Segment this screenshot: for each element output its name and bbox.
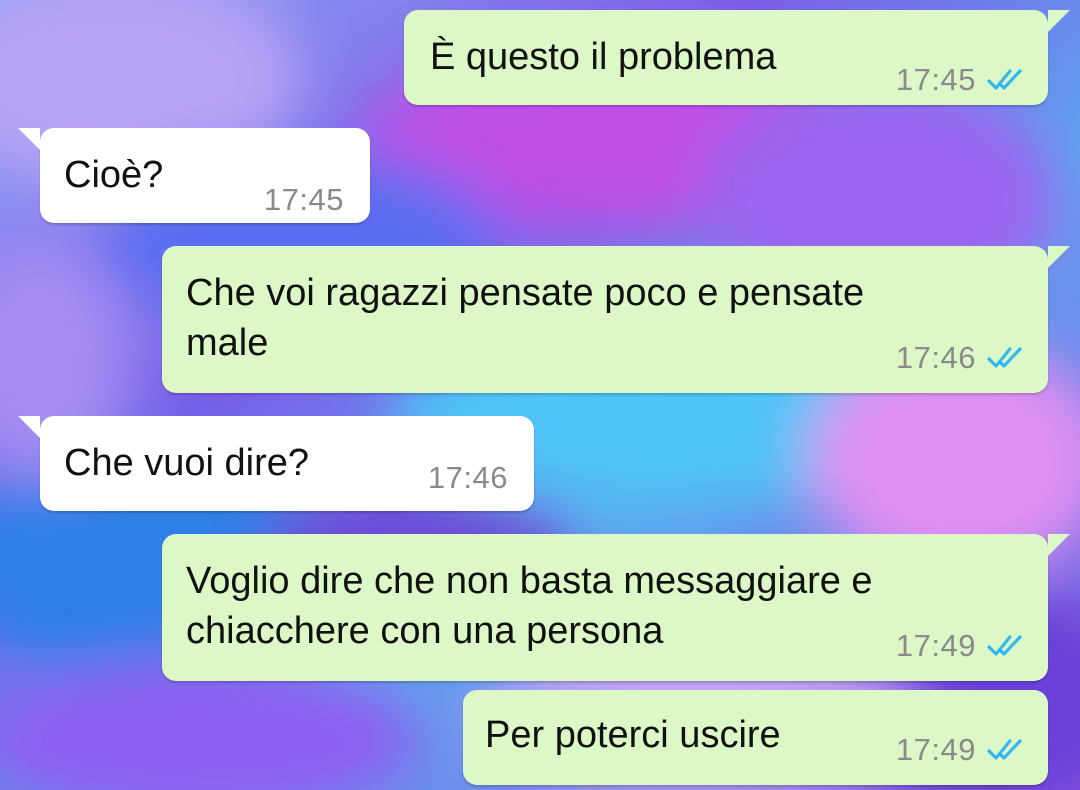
incoming-message[interactable]: Cioè? 17:45 — [18, 128, 370, 223]
double-check-icon — [986, 67, 1026, 93]
message-meta: 17:45 — [264, 182, 344, 218]
message-time: 17:49 — [895, 732, 976, 767]
message-time: 17:49 — [895, 628, 976, 663]
outgoing-message[interactable]: Voglio dire che non basta messaggiare e … — [162, 534, 1070, 681]
message-text: Voglio dire che non basta messaggiare e … — [186, 560, 873, 652]
message-list[interactable]: È questo il problema 17:45 Cioè? 17:45 C… — [0, 0, 1080, 790]
outgoing-message[interactable]: Per poterci uscire 17:49 — [463, 690, 1048, 785]
message-time: 17:46 — [895, 340, 976, 375]
message-meta: 17:46 — [896, 340, 1026, 376]
message-meta: 17:46 — [428, 460, 508, 496]
bubble-tail — [1048, 534, 1070, 556]
outgoing-message[interactable]: È questo il problema 17:45 — [404, 10, 1070, 105]
message-text: Che voi ragazzi pensate poco e pensate m… — [186, 272, 865, 364]
message-text: Che vuoi dire? — [64, 442, 310, 484]
message-time: 17:45 — [895, 62, 976, 97]
message-text: Cioè? — [64, 154, 164, 196]
message-time: 17:45 — [263, 182, 344, 217]
message-meta: 17:49 — [896, 628, 1026, 664]
message-meta: 17:49 — [896, 732, 1026, 768]
bubble-tail — [18, 416, 40, 438]
bubble-tail — [18, 128, 40, 150]
message-text: Per poterci uscire — [485, 714, 781, 756]
bubble-tail — [1048, 10, 1070, 32]
double-check-icon — [986, 737, 1026, 763]
double-check-icon — [986, 345, 1026, 371]
outgoing-message[interactable]: Che voi ragazzi pensate poco e pensate m… — [162, 246, 1070, 393]
message-text: È questo il problema — [430, 36, 777, 78]
incoming-message[interactable]: Che vuoi dire? 17:46 — [18, 416, 534, 511]
double-check-icon — [986, 633, 1026, 659]
message-meta: 17:45 — [896, 62, 1026, 98]
bubble-tail — [1048, 246, 1070, 268]
message-time: 17:46 — [427, 460, 508, 495]
